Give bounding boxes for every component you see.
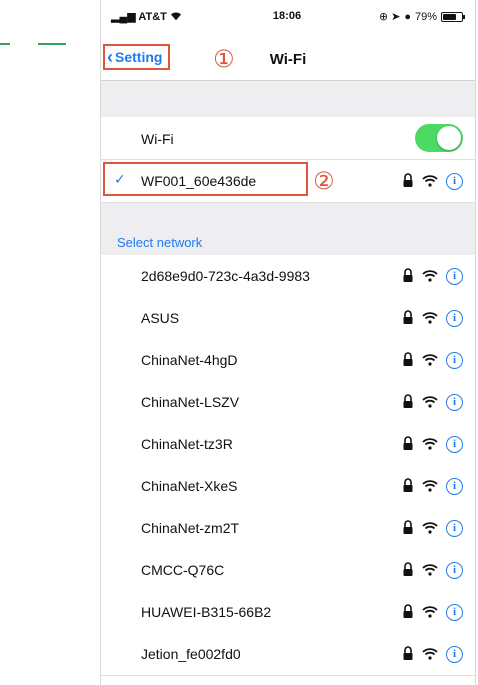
nav-bar: ‹ Setting ① Wi-Fi bbox=[101, 40, 475, 81]
lock-icon bbox=[403, 268, 413, 282]
wifi-signal-icon bbox=[422, 175, 438, 187]
network-ssid: ChinaNet-zm2T bbox=[141, 520, 240, 536]
lock-icon bbox=[403, 394, 413, 408]
network-row[interactable]: 2d68e9d0-723c-4a3d-9983 i bbox=[101, 255, 475, 298]
info-icon[interactable]: i bbox=[446, 477, 463, 495]
network-ssid: ChinaNet-tz3R bbox=[141, 436, 233, 452]
info-icon[interactable]: i bbox=[446, 393, 463, 411]
wifi-signal-icon bbox=[422, 396, 438, 408]
wifi-toggle-switch[interactable] bbox=[415, 124, 463, 152]
network-icons: i bbox=[402, 645, 463, 663]
info-icon[interactable]: i bbox=[446, 172, 463, 190]
lock-icon bbox=[403, 173, 413, 187]
network-row[interactable]: ChinaNet-4hgD i bbox=[101, 339, 475, 382]
network-icons: i bbox=[402, 267, 463, 285]
wifi-signal-icon bbox=[422, 606, 438, 618]
network-ssid: CMCC-Q76C bbox=[141, 562, 225, 578]
network-row[interactable]: ChinaNet-zm2T i bbox=[101, 507, 475, 550]
annotation-2: ② bbox=[313, 167, 335, 195]
wifi-signal-icon bbox=[422, 312, 438, 324]
network-icons: i bbox=[402, 603, 463, 621]
info-icon[interactable]: i bbox=[446, 267, 463, 285]
wifi-signal-icon bbox=[422, 522, 438, 534]
guide-dash bbox=[38, 43, 66, 45]
network-ssid: ASUS bbox=[141, 310, 180, 326]
wifi-signal-icon bbox=[422, 480, 438, 492]
network-icons: i bbox=[402, 561, 463, 579]
wifi-toggle-label: Wi-Fi bbox=[141, 131, 174, 147]
network-icons: i bbox=[402, 351, 463, 369]
network-icons: i bbox=[402, 435, 463, 453]
network-ssid: HUAWEI-B315-66B2 bbox=[141, 604, 272, 620]
network-icons: i bbox=[402, 309, 463, 327]
carrier: ▂▄▆ AT&T bbox=[111, 10, 182, 23]
network-ssid: ChinaNet-4hgD bbox=[141, 352, 238, 368]
network-icons: i bbox=[402, 477, 463, 495]
alarm-icon: ● bbox=[404, 10, 411, 23]
network-row[interactable]: ChinaNet-tz3R i bbox=[101, 423, 475, 466]
section-header: Select network bbox=[101, 203, 475, 255]
connected-icons: i bbox=[402, 172, 463, 190]
network-row[interactable]: CMCC-Q76C i bbox=[101, 549, 475, 592]
toggle-knob bbox=[437, 126, 461, 150]
page-title: Wi-Fi bbox=[269, 51, 307, 68]
chevron-left-icon: ‹ bbox=[107, 46, 113, 67]
lock-icon bbox=[403, 646, 413, 660]
lock-icon bbox=[403, 352, 413, 366]
lock-icon bbox=[403, 520, 413, 534]
wifi-toggle-row: Wi-Fi bbox=[101, 117, 475, 160]
info-icon[interactable]: i bbox=[446, 351, 463, 369]
wifi-signal-icon bbox=[422, 270, 438, 282]
wifi-signal-icon bbox=[422, 564, 438, 576]
connected-network-row[interactable]: ✓ WF001_60e436de ② i bbox=[101, 160, 475, 203]
carrier-label: AT&T bbox=[138, 11, 167, 23]
wifi-signal-icon bbox=[422, 648, 438, 660]
location-icon: ⊕ ➤ bbox=[378, 11, 401, 23]
guide-dash bbox=[0, 43, 10, 45]
wifi-status-icon bbox=[170, 11, 182, 23]
info-icon[interactable]: i bbox=[446, 603, 463, 621]
section-gap bbox=[101, 81, 475, 117]
back-label: Setting bbox=[115, 49, 163, 65]
network-ssid: ChinaNet-XkeS bbox=[141, 478, 238, 494]
lock-icon bbox=[403, 436, 413, 450]
network-ssid: ChinaNet-LSZV bbox=[141, 394, 240, 410]
battery-percent: 79% bbox=[414, 10, 437, 23]
section-header-label: Select network bbox=[117, 235, 203, 250]
status-time: 18:06 bbox=[272, 10, 302, 22]
network-row[interactable]: HUAWEI-B315-66B2 i bbox=[101, 591, 475, 634]
signal-icon: ▂▄▆ bbox=[111, 11, 136, 23]
network-row[interactable]: ASUS i bbox=[101, 297, 475, 340]
status-right: ⊕ ➤ ● 79% bbox=[378, 10, 465, 23]
info-icon[interactable]: i bbox=[446, 645, 463, 663]
lock-icon bbox=[403, 562, 413, 576]
lock-icon bbox=[403, 604, 413, 618]
network-row[interactable]: Jetion_fe002fd0 i bbox=[101, 633, 475, 676]
network-icons: i bbox=[402, 519, 463, 537]
back-button[interactable]: ‹ Setting bbox=[103, 44, 171, 70]
network-icons: i bbox=[402, 393, 463, 411]
lock-icon bbox=[403, 310, 413, 324]
info-icon[interactable]: i bbox=[446, 519, 463, 537]
phone-screen: ▂▄▆ AT&T 18:06 ⊕ ➤ ● 79% ‹ Setting ① Wi-… bbox=[100, 0, 476, 685]
connected-ssid: WF001_60e436de bbox=[141, 173, 257, 189]
info-icon[interactable]: i bbox=[446, 561, 463, 579]
network-ssid: 2d68e9d0-723c-4a3d-9983 bbox=[141, 268, 310, 284]
network-ssid: Jetion_fe002fd0 bbox=[141, 646, 241, 662]
annotation-1: ① bbox=[213, 45, 235, 73]
info-icon[interactable]: i bbox=[446, 309, 463, 327]
battery-icon bbox=[441, 11, 465, 22]
info-icon[interactable]: i bbox=[446, 435, 463, 453]
network-row[interactable]: ChinaNet-XkeS i bbox=[101, 465, 475, 508]
lock-icon bbox=[403, 478, 413, 492]
wifi-signal-icon bbox=[422, 354, 438, 366]
wifi-signal-icon bbox=[422, 438, 438, 450]
checkmark-icon: ✓ bbox=[114, 171, 126, 187]
network-row[interactable]: ChinaNet-LSZV i bbox=[101, 381, 475, 424]
status-bar: ▂▄▆ AT&T 18:06 ⊕ ➤ ● 79% bbox=[101, 0, 475, 30]
